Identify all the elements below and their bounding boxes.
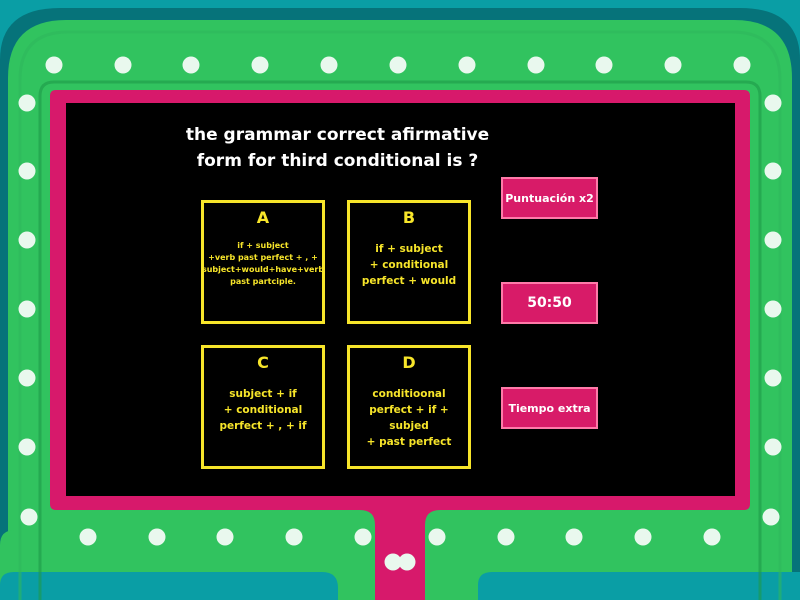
floor-teal-left2 <box>0 572 338 600</box>
frame-light-dot <box>428 528 446 546</box>
frame-light-dot <box>18 162 36 180</box>
frame-light-dot <box>764 438 782 456</box>
answer-b[interactable]: B if + subject + conditional perfect + w… <box>347 200 471 324</box>
answer-a-line: subject+would+have+verb <box>201 265 325 274</box>
answer-b-line: + conditional <box>369 259 449 271</box>
frame-light-dot <box>703 528 721 546</box>
answer-c-line: + conditional <box>223 404 303 416</box>
frame-light-dot <box>595 56 613 74</box>
answer-b-line: if + subject <box>375 243 443 255</box>
frame-light-dot <box>527 56 545 74</box>
answer-c-letter: C <box>257 353 269 372</box>
frame-light-dot <box>764 94 782 112</box>
frame-light-dot <box>764 162 782 180</box>
frame-light-dot <box>18 231 36 249</box>
answer-b-text: if + subject + conditional perfect + wou… <box>354 241 464 315</box>
frame-light-dot <box>216 528 234 546</box>
answer-d-text: conditioonal perfect + if + subjed + pas… <box>354 386 464 460</box>
frame-light-dot <box>733 56 751 74</box>
question-text: the grammar correct afirmative form for … <box>180 122 495 174</box>
frame-light-dot <box>20 508 38 526</box>
fifty-fifty-button[interactable]: 50:50 <box>501 282 598 324</box>
answer-a-text: if + subject +verb past perfect + , + su… <box>202 240 324 315</box>
frame-light-dot <box>764 231 782 249</box>
answer-d-line: + past perfect <box>366 436 452 448</box>
frame-light-dot <box>398 553 416 571</box>
frame-light-dot <box>458 56 476 74</box>
frame-light-dot <box>354 528 372 546</box>
frame-light-dot <box>18 300 36 318</box>
frame-light-dot <box>18 94 36 112</box>
answer-a-letter: A <box>256 208 270 227</box>
answer-c[interactable]: C subject + if + conditional perfect + ,… <box>201 345 325 469</box>
frame-light-dot <box>634 528 652 546</box>
floor-teal-right <box>478 572 800 600</box>
frame-light-dot <box>251 56 269 74</box>
answer-a[interactable]: A if + subject +verb past perfect + , + … <box>201 200 325 324</box>
answer-d-line: conditioonal <box>372 388 446 400</box>
frame-light-dot <box>664 56 682 74</box>
double-score-button[interactable]: Puntuación x2 <box>501 177 598 219</box>
question-line-1: the grammar correct afirmative <box>185 125 490 145</box>
frame-light-dot <box>764 300 782 318</box>
frame-light-dot <box>320 56 338 74</box>
question-line-2: form for third conditional is ? <box>196 151 479 171</box>
frame-light-dot <box>114 56 132 74</box>
answer-c-line: perfect + , + if <box>219 420 307 432</box>
answer-a-line: if + subject <box>237 241 289 250</box>
frame-light-dot <box>389 56 407 74</box>
frame-light-dot <box>764 369 782 387</box>
extra-time-button[interactable]: Tiempo extra <box>501 387 598 429</box>
answer-d[interactable]: D conditioonal perfect + if + subjed + p… <box>347 345 471 469</box>
answer-d-letter: D <box>402 353 416 372</box>
frame-light-dot <box>285 528 303 546</box>
answer-a-line: past partciple. <box>230 277 296 286</box>
frame-light-dot <box>182 56 200 74</box>
answer-c-line: subject + if <box>229 388 297 400</box>
answer-b-line: perfect + would <box>361 275 457 287</box>
frame-light-dot <box>18 369 36 387</box>
frame-light-dot <box>762 508 780 526</box>
frame-light-dot <box>497 528 515 546</box>
frame-light-dot <box>565 528 583 546</box>
frame-light-dot <box>45 56 63 74</box>
answer-d-line: perfect + if + subjed <box>369 404 449 432</box>
frame-light-dot <box>79 528 97 546</box>
frame-light-dot <box>18 438 36 456</box>
answer-b-letter: B <box>402 208 416 227</box>
answer-c-text: subject + if + conditional perfect + , +… <box>208 386 318 460</box>
answer-a-line: +verb past perfect + , + <box>208 253 318 262</box>
frame-light-dot <box>148 528 166 546</box>
